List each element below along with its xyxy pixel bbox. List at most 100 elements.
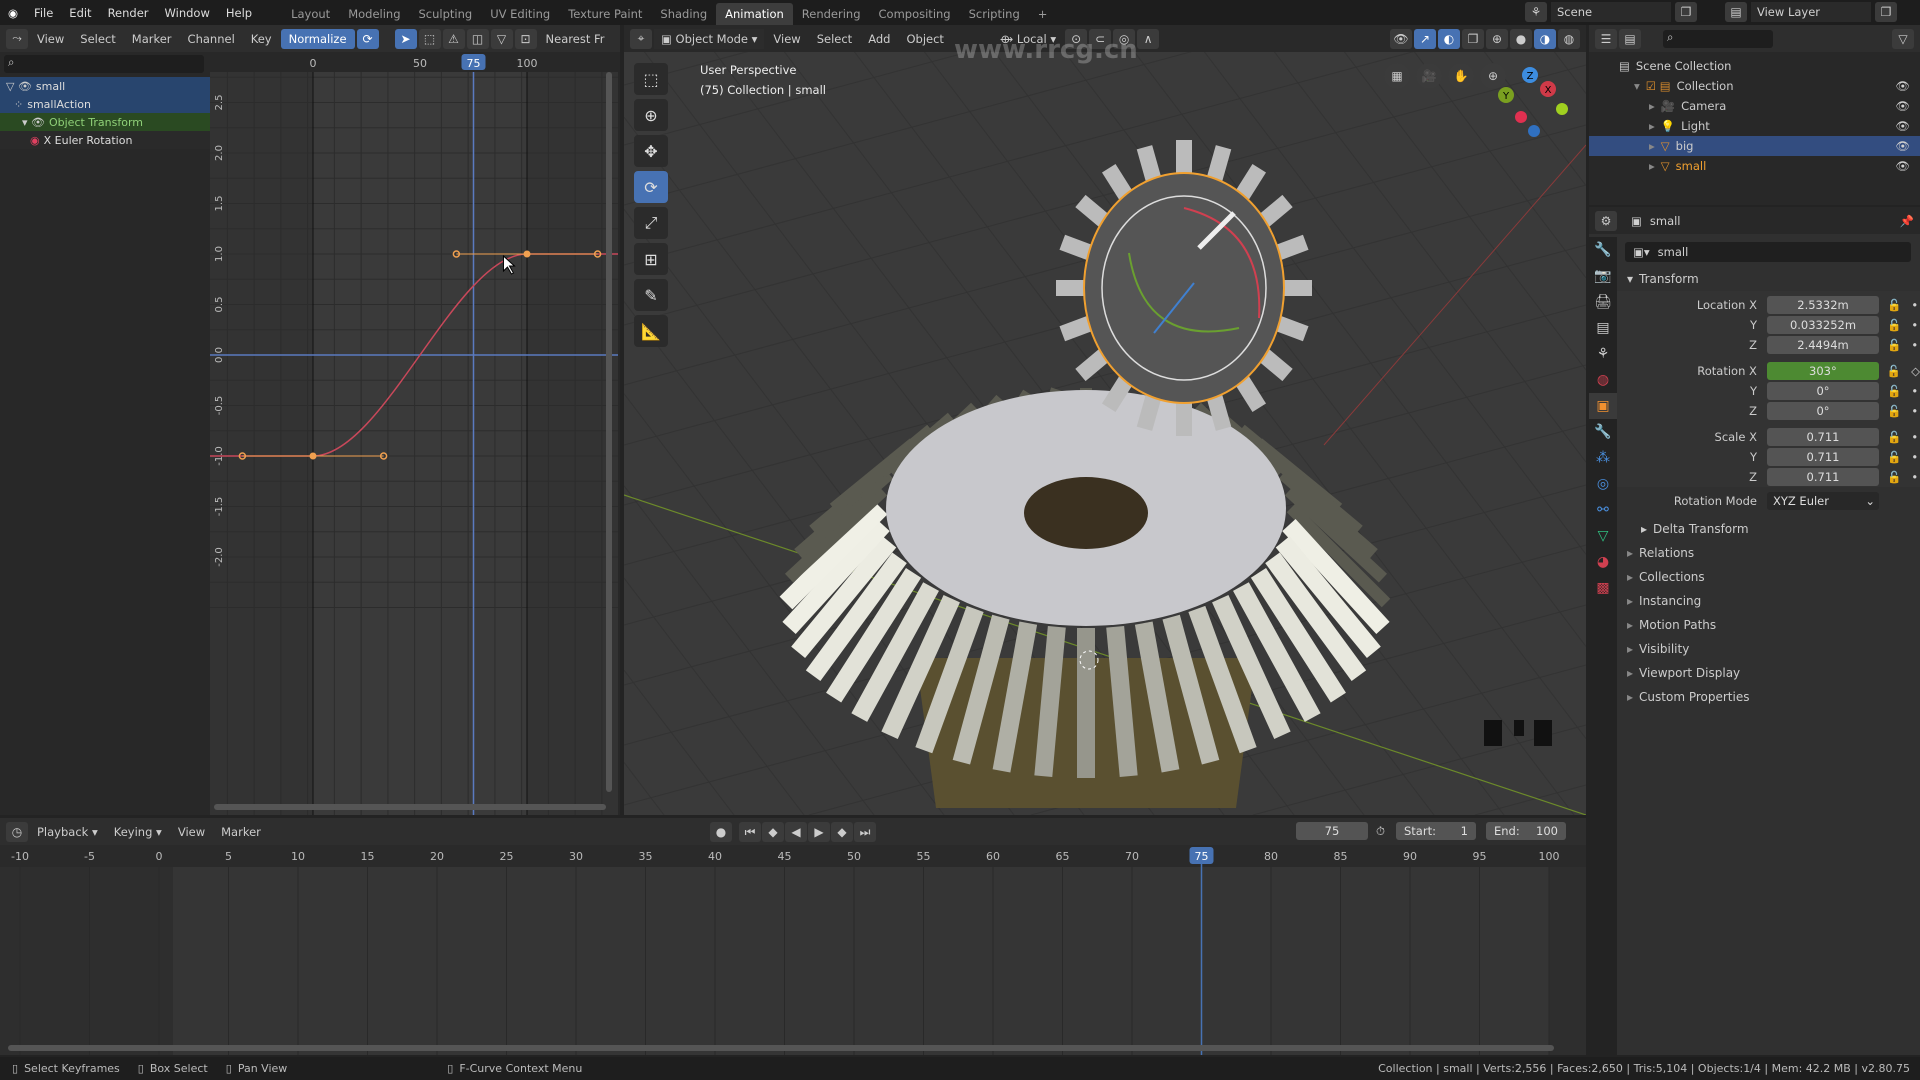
timeline-scrollbar[interactable]	[8, 1045, 1554, 1051]
tab-rendering[interactable]: Rendering	[793, 3, 870, 25]
vp-menu-add[interactable]: Add	[861, 29, 897, 49]
datablock-field[interactable]: ▣▾ small	[1625, 242, 1911, 262]
falloff-icon[interactable]: ∧	[1137, 28, 1160, 49]
animate-dot-icon[interactable]: •	[1911, 470, 1918, 484]
ortho-toggle-icon[interactable]: ▦	[1384, 63, 1410, 89]
object-data-tab-icon[interactable]: ▽	[1589, 523, 1617, 549]
lock-icon[interactable]: 🔓	[1887, 430, 1901, 444]
outliner-item-collection[interactable]: ▾ ☑ ▤ Collection 👁	[1589, 76, 1920, 96]
add-workspace-button[interactable]: +	[1029, 3, 1057, 25]
outliner-item-big[interactable]: ▸ ▽ big 👁	[1589, 136, 1920, 156]
render-tab-icon[interactable]: 📷	[1589, 263, 1617, 289]
new-scene-button[interactable]: ❐	[1675, 2, 1697, 22]
animate-dot-icon[interactable]: •	[1911, 430, 1918, 444]
menu-help[interactable]: Help	[218, 6, 260, 20]
keying-menu[interactable]: Keying ▾	[107, 822, 169, 842]
graph-menu-select[interactable]: Select	[73, 29, 122, 49]
nav-gizmo-axis-neg[interactable]	[1556, 103, 1568, 115]
current-frame-field[interactable]: 75	[1296, 822, 1368, 840]
channel-action[interactable]: ⁘ smallAction	[0, 95, 210, 113]
physics-tab-icon[interactable]: ◎	[1589, 471, 1617, 497]
next-keyframe-icon[interactable]: ◆	[831, 822, 853, 842]
hidden-icon[interactable]: ⬚	[418, 28, 441, 49]
prop-field[interactable]: 0.711	[1767, 468, 1879, 486]
jump-start-icon[interactable]: ⏮	[739, 822, 761, 842]
eye-icon[interactable]: 👁	[1895, 119, 1910, 133]
eye-icon[interactable]: 👁	[1895, 79, 1910, 93]
outliner-search-input[interactable]: ⌕	[1663, 29, 1773, 48]
lock-icon[interactable]: 🔓	[1887, 404, 1901, 418]
pivot-icon[interactable]: ⊡	[514, 28, 537, 49]
select-box-tool-icon[interactable]: ⬚	[634, 63, 668, 95]
menu-window[interactable]: Window	[157, 6, 218, 20]
panel-instancing[interactable]: ▸ Instancing	[1617, 589, 1920, 613]
lock-icon[interactable]: 🔓	[1887, 364, 1901, 378]
tab-sculpting[interactable]: Sculpting	[410, 3, 482, 25]
nav-gizmo-axis-neg[interactable]	[1515, 111, 1527, 123]
prop-field[interactable]: 2.4494m	[1767, 336, 1879, 354]
tab-modeling[interactable]: Modeling	[339, 3, 409, 25]
lock-icon[interactable]: 🔓	[1887, 338, 1901, 352]
material-shading-icon[interactable]: ◑	[1534, 28, 1556, 49]
pan-hand-icon[interactable]: ✋	[1448, 63, 1474, 89]
gizmo-icon[interactable]: ↗	[1414, 28, 1436, 49]
measure-tool-icon[interactable]: 📐	[634, 315, 668, 347]
eye-icon[interactable]: 👁	[1895, 139, 1910, 153]
expand-arrow-icon[interactable]: ▸	[1649, 139, 1655, 153]
prop-field[interactable]: 303°	[1766, 362, 1879, 380]
timeline-canvas[interactable]: -10 -5 0 5 10 15 20 25 30 35 40 45 50 55 60 65 70 75 80 85 9…	[0, 845, 1586, 1055]
wireframe-shading-icon[interactable]: ⊕	[1486, 28, 1508, 49]
blender-logo-icon[interactable]: ◉	[0, 6, 26, 20]
lock-icon[interactable]: 🔓	[1887, 470, 1901, 484]
keyframe-point[interactable]	[309, 452, 317, 460]
filter-icon[interactable]: ▽	[490, 28, 513, 49]
refresh-icon[interactable]: ⟳	[356, 28, 379, 49]
view-layer-icon[interactable]: ▤	[1725, 2, 1747, 22]
graph-menu-marker[interactable]: Marker	[125, 29, 179, 49]
panel-motion-paths[interactable]: ▸ Motion Paths	[1617, 613, 1920, 637]
keyframe-point[interactable]	[523, 250, 531, 258]
editor-type-icon[interactable]: ⤳	[6, 28, 28, 49]
scene-icon[interactable]: ⚘	[1525, 2, 1547, 22]
overlay-icon[interactable]: ◐	[1438, 28, 1460, 49]
vp-menu-view[interactable]: View	[766, 29, 807, 49]
scale-tool-icon[interactable]: ⤢	[634, 207, 668, 239]
pin-icon[interactable]: 📌	[1900, 214, 1914, 228]
graph-menu-view[interactable]: View	[30, 29, 71, 49]
new-view-layer-button[interactable]: ❐	[1875, 2, 1897, 22]
outliner-filter-icon[interactable]: ▽	[1892, 28, 1914, 49]
scene-field[interactable]: Scene	[1551, 2, 1671, 22]
particles-tab-icon[interactable]: ⁂	[1589, 445, 1617, 471]
panel-visibility[interactable]: ▸ Visibility	[1617, 637, 1920, 661]
outliner-item-camera[interactable]: ▸ 🎥 Camera 👁	[1589, 96, 1920, 116]
camera-view-icon[interactable]: 🎥	[1416, 63, 1442, 89]
graph-menu-key[interactable]: Key	[244, 29, 279, 49]
object-tab-icon[interactable]: ▣	[1589, 393, 1617, 419]
rotate-tool-icon[interactable]: ⟳	[634, 171, 668, 203]
constraints-tab-icon[interactable]: ⚯	[1589, 497, 1617, 523]
world-tab-icon[interactable]: ◍	[1589, 367, 1617, 393]
normalize-toggle[interactable]: Normalize	[280, 28, 355, 49]
display-mode-icon[interactable]: ▤	[1619, 28, 1641, 49]
lock-icon[interactable]: 🔓	[1887, 384, 1901, 398]
eye-icon[interactable]: 👁	[1895, 99, 1910, 113]
modifier-tab-icon[interactable]: 🔧	[1589, 419, 1617, 445]
view-layer-tab-icon[interactable]: ▤	[1589, 315, 1617, 341]
prev-keyframe-icon[interactable]: ◆	[762, 822, 784, 842]
timeline-type-icon[interactable]: ◷	[6, 821, 28, 842]
object-mode-dropdown[interactable]: ▣ Object Mode ▾	[654, 28, 765, 49]
prop-field[interactable]: 0.033252m	[1767, 316, 1879, 334]
play-reverse-icon[interactable]: ◀	[785, 822, 807, 842]
panel-viewport-display[interactable]: ▸ Viewport Display	[1617, 661, 1920, 685]
material-tab-icon[interactable]: ◕	[1589, 549, 1617, 575]
keyframe-icon[interactable]: ◇	[1911, 364, 1920, 378]
expand-arrow-icon[interactable]: ▸	[1649, 99, 1655, 113]
panel-relations[interactable]: ▸ Relations	[1617, 541, 1920, 565]
prop-field[interactable]: 0°	[1767, 382, 1879, 400]
animate-dot-icon[interactable]: •	[1911, 298, 1918, 312]
cursor-tool-icon[interactable]: ⊕	[634, 99, 668, 131]
tab-layout[interactable]: Layout	[282, 3, 339, 25]
transform-panel-header[interactable]: ▾ Transform	[1617, 267, 1920, 291]
transform-tool-icon[interactable]: ⊞	[634, 243, 668, 275]
3d-viewport[interactable]: ZX Y ⌖ ▣ Object Mode ▾ View Select Add Ob…	[624, 25, 1586, 815]
